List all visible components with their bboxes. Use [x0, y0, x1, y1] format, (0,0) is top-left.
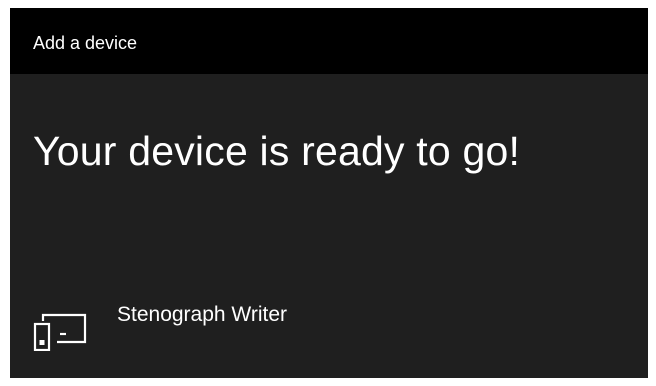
status-heading: Your device is ready to go! — [33, 128, 521, 174]
device-name: Stenograph Writer — [117, 303, 288, 326]
title-bar: Add a device — [10, 8, 648, 74]
add-device-window: Add a device Your device is ready to go!… — [10, 8, 648, 378]
window-title: Add a device — [33, 33, 138, 53]
device-entry: Stenograph Writer — [33, 301, 433, 352]
device-icon — [33, 309, 87, 352]
